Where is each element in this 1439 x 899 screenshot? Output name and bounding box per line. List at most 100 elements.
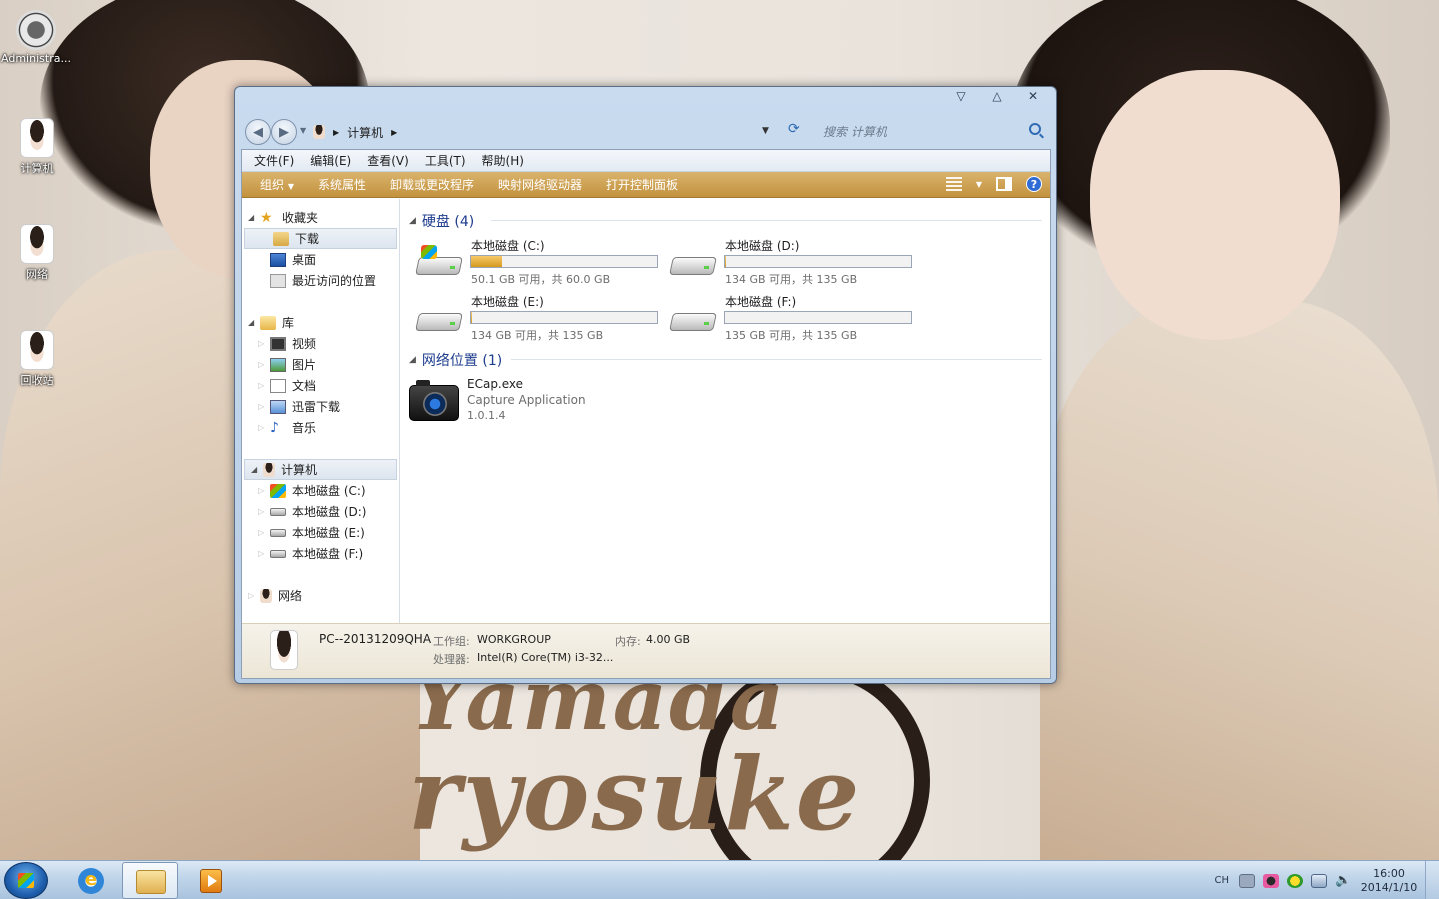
expand-triangle-icon[interactable]: ▷: [248, 591, 254, 600]
desktop-icon-recycle-bin[interactable]: 回收站: [1, 330, 73, 388]
taskbar-media-player[interactable]: [182, 862, 238, 899]
show-desktop-button[interactable]: [1425, 861, 1439, 899]
taskbar-explorer[interactable]: [122, 862, 178, 899]
expand-triangle-icon[interactable]: ▷: [258, 339, 264, 348]
chat-app-icon[interactable]: [1263, 873, 1279, 888]
menu-file[interactable]: 文件(F): [246, 152, 302, 169]
collapse-triangle-icon[interactable]: ◢: [251, 465, 257, 474]
chevron-down-icon: ▼: [287, 182, 294, 191]
system-properties-button[interactable]: 系统属性: [306, 176, 378, 193]
open-control-panel-button[interactable]: 打开控制面板: [594, 176, 690, 193]
nav-computer[interactable]: ◢ 计算机: [244, 459, 397, 480]
taskbar-ie[interactable]: e: [62, 862, 118, 899]
group-divider: [511, 359, 1042, 360]
clock[interactable]: 16:00 2014/1/10: [1359, 867, 1419, 895]
search-input[interactable]: 搜索 计算机: [815, 120, 1047, 142]
nav-item-thunder-downloads[interactable]: ▷ 迅雷下载: [242, 396, 399, 417]
security-app-icon[interactable]: [1287, 873, 1303, 888]
group-header-network-locations[interactable]: ◢ 网络位置 (1): [409, 350, 502, 370]
chevron-down-icon[interactable]: ▼: [976, 180, 982, 189]
nav-item-pictures[interactable]: ▷ 图片: [242, 354, 399, 375]
nav-favorites[interactable]: ◢ ★ 收藏夹: [242, 207, 399, 228]
close-icon[interactable]: ✕: [1022, 89, 1044, 103]
nav-item-drive-d[interactable]: ▷ 本地磁盘 (D:): [242, 501, 399, 522]
collapse-triangle-icon[interactable]: ◢: [248, 213, 254, 222]
recent-pages-dropdown[interactable]: ▼: [300, 126, 306, 135]
search-icon[interactable]: [1029, 123, 1041, 135]
expand-triangle-icon[interactable]: ▷: [258, 402, 264, 411]
chevron-right-icon[interactable]: ▶: [391, 128, 397, 137]
nav-item-desktop[interactable]: 桌面: [242, 249, 399, 270]
drive-tile-f[interactable]: 本地磁盘 (F:) 135 GB 可用，共 135 GB: [667, 291, 917, 345]
minimize-icon[interactable]: ▽: [950, 89, 972, 103]
change-view-icon[interactable]: [945, 177, 962, 191]
desktop-icon-computer[interactable]: 计算机: [1, 118, 73, 176]
nav-item-drive-c[interactable]: ▷ 本地磁盘 (C:): [242, 480, 399, 501]
chevron-right-icon[interactable]: ▶: [333, 128, 339, 137]
nav-item-downloads[interactable]: 下载: [244, 228, 397, 249]
hard-drive-icon: [669, 307, 717, 333]
menu-edit[interactable]: 编辑(E): [302, 152, 359, 169]
keyboard-icon[interactable]: [1239, 873, 1255, 888]
desktop-icon-network[interactable]: 网络: [1, 224, 73, 282]
collapse-triangle-icon[interactable]: ◢: [248, 318, 254, 327]
nav-item-drive-f[interactable]: ▷ 本地磁盘 (F:): [242, 543, 399, 564]
nav-item-documents[interactable]: ▷ 文档: [242, 375, 399, 396]
collapse-triangle-icon[interactable]: ◢: [409, 355, 416, 365]
expand-triangle-icon[interactable]: ▷: [258, 360, 264, 369]
preview-pane-icon[interactable]: [996, 177, 1012, 191]
computer-avatar: [270, 630, 298, 670]
desktop-icon-administrator[interactable]: Administra...: [0, 10, 72, 65]
start-button[interactable]: [4, 862, 48, 899]
expand-triangle-icon[interactable]: ▷: [258, 381, 264, 390]
nav-item-label: 下载: [295, 232, 320, 246]
nav-item-music[interactable]: ▷ ♪ 音乐: [242, 417, 399, 438]
language-indicator[interactable]: CH: [1214, 875, 1229, 886]
refresh-icon[interactable]: ⟳: [788, 121, 800, 137]
media-player-icon: [200, 869, 222, 893]
uninstall-program-button[interactable]: 卸载或更改程序: [378, 176, 486, 193]
expand-triangle-icon[interactable]: ▷: [258, 486, 264, 495]
nav-item-label: 桌面: [292, 253, 317, 267]
menu-tools[interactable]: 工具(T): [417, 152, 474, 169]
nav-item-recent-places[interactable]: 最近访问的位置: [242, 270, 399, 291]
nav-item-drive-e[interactable]: ▷ 本地磁盘 (E:): [242, 522, 399, 543]
menu-help[interactable]: 帮助(H): [474, 152, 532, 169]
drive-usage-bar: [470, 255, 658, 268]
help-icon[interactable]: ?: [1026, 176, 1042, 192]
document-library-icon: [270, 378, 286, 393]
address-bar[interactable]: ▶ 计算机 ▶: [313, 121, 783, 143]
nav-item-videos[interactable]: ▷ 视频: [242, 333, 399, 354]
forward-button[interactable]: ▶: [271, 119, 297, 145]
expand-triangle-icon[interactable]: ▷: [258, 507, 264, 516]
drive-free-space: 134 GB 可用，共 135 GB: [471, 329, 604, 342]
volume-icon[interactable]: 🔈: [1335, 873, 1351, 888]
collapse-triangle-icon[interactable]: ◢: [409, 216, 416, 226]
navigation-pane: ◢ ★ 收藏夹 下载 桌面 最近访问的位置 ◢ 库 ▷ 视频 ▷ 图片 ▷ 文档…: [242, 199, 400, 624]
network-item-ecap[interactable]: ECap.exe Capture Application 1.0.1.4: [409, 375, 669, 435]
address-dropdown[interactable]: ▼: [762, 126, 769, 136]
desktop-icon-label: Administra...: [1, 52, 71, 65]
nav-libraries[interactable]: ◢ 库: [242, 312, 399, 333]
drive-tile-c[interactable]: 本地磁盘 (C:) 50.1 GB 可用，共 60.0 GB: [413, 235, 663, 289]
drive-tile-e[interactable]: 本地磁盘 (E:) 134 GB 可用，共 135 GB: [413, 291, 663, 345]
nav-item-label: 迅雷下载: [292, 400, 341, 414]
taskbar: e CH 🔈 16:00 2014/1/10: [0, 860, 1439, 899]
group-header-hard-disks[interactable]: ◢ 硬盘 (4): [409, 211, 474, 231]
expand-triangle-icon[interactable]: ▷: [258, 423, 264, 432]
map-network-drive-button[interactable]: 映射网络驱动器: [486, 176, 594, 193]
menu-bar: 文件(F) 编辑(E) 查看(V) 工具(T) 帮助(H): [242, 150, 1050, 172]
expand-triangle-icon[interactable]: ▷: [258, 528, 264, 537]
maximize-icon[interactable]: △: [986, 89, 1008, 103]
network-status-icon[interactable]: [1311, 873, 1327, 888]
search-placeholder: 搜索 计算机: [823, 124, 887, 139]
group-divider: [491, 220, 1042, 221]
expand-triangle-icon[interactable]: ▷: [258, 549, 264, 558]
back-button[interactable]: ◀: [245, 119, 271, 145]
drive-tile-d[interactable]: 本地磁盘 (D:) 134 GB 可用，共 135 GB: [667, 235, 917, 289]
menu-view[interactable]: 查看(V): [359, 152, 417, 169]
breadcrumb-computer[interactable]: 计算机: [347, 124, 383, 141]
nav-network[interactable]: ▷ 网络: [242, 585, 399, 606]
organize-button[interactable]: 组织 ▼: [252, 176, 306, 193]
nav-item-label: 视频: [292, 337, 317, 351]
